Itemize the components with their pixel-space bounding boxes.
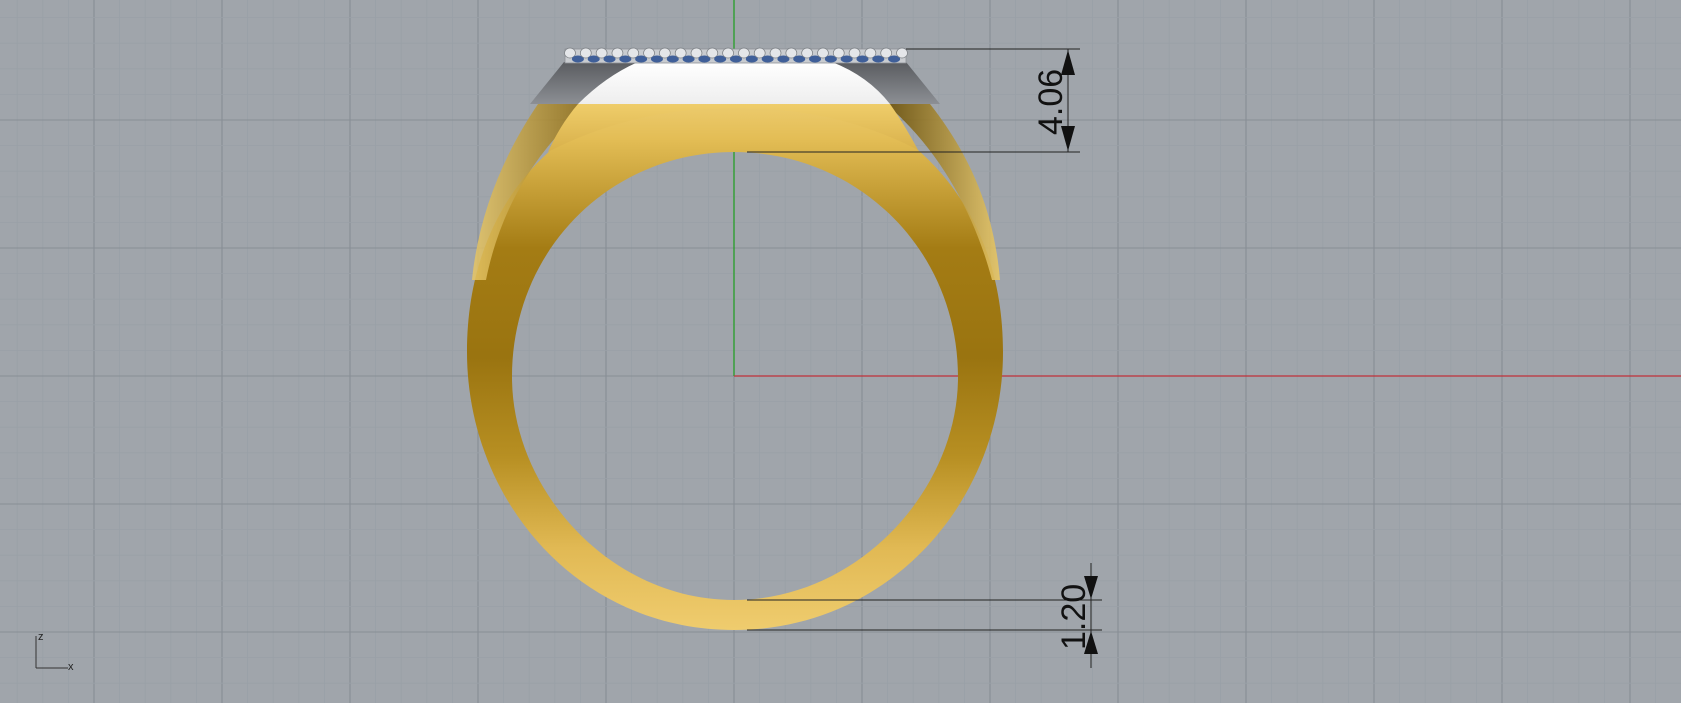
widget-x-label: x xyxy=(68,661,74,673)
dimension-value-shank: 1.20 xyxy=(1055,584,1093,650)
dimension-value-top: 4.06 xyxy=(1032,69,1070,135)
prong-bead xyxy=(896,47,908,59)
ring-shank[interactable] xyxy=(467,85,1003,630)
ring-model[interactable] xyxy=(467,47,1003,630)
viewport-canvas[interactable]: 4.06 1.20 z x xyxy=(0,0,1681,703)
widget-z-label: z xyxy=(38,631,44,643)
rhino-front-viewport[interactable]: 4.06 1.20 z x xyxy=(0,0,1681,703)
